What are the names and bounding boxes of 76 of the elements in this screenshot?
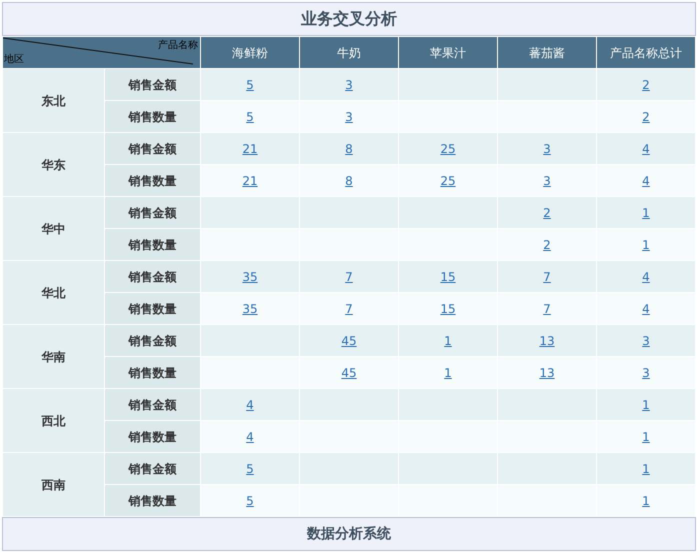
measure-cell: 销售金额 [104,132,200,164]
value-link[interactable]: 4 [642,270,650,284]
value-link[interactable]: 1 [444,366,452,380]
value-link[interactable]: 3 [345,110,353,124]
value-link[interactable]: 1 [642,238,650,252]
measure-cell: 销售数量 [104,164,200,196]
value-link[interactable]: 1 [444,334,452,348]
value-link[interactable]: 4 [246,398,254,412]
measure-cell: 销售金额 [104,324,200,356]
value-link[interactable]: 7 [345,302,353,316]
value-link[interactable]: 35 [242,302,258,316]
value-link[interactable]: 15 [440,270,456,284]
value-link[interactable]: 2 [543,238,551,252]
measure-cell: 销售数量 [104,100,200,132]
value-link[interactable]: 4 [642,174,650,188]
row-axis-label: 地区 [4,52,24,67]
region-cell: 西南 [2,452,104,516]
measure-cell: 销售金额 [104,196,200,228]
column-header: 产品名称总计 [596,36,696,68]
measure-cell: 销售数量 [104,356,200,388]
region-cell: 西北 [2,388,104,452]
value-link[interactable]: 35 [242,270,258,284]
measure-cell: 销售数量 [104,292,200,324]
value-link[interactable]: 1 [642,430,650,444]
measure-cell: 销售金额 [104,68,200,100]
value-link[interactable]: 13 [539,366,555,380]
value-link[interactable]: 45 [341,334,357,348]
value-link[interactable]: 25 [440,142,456,156]
value-link[interactable]: 7 [543,302,551,316]
region-cell: 华中 [2,196,104,260]
measure-cell: 销售金额 [104,260,200,292]
column-header: 蕃茄酱 [498,36,596,68]
measure-cell: 销售数量 [104,420,200,452]
region-cell: 东北 [2,68,104,132]
value-link[interactable]: 8 [345,142,353,156]
value-link[interactable]: 21 [242,174,258,188]
value-link[interactable]: 7 [543,270,551,284]
column-header: 苹果汁 [398,36,498,68]
value-link[interactable]: 1 [642,398,650,412]
value-link[interactable]: 4 [246,430,254,444]
value-link[interactable]: 5 [246,494,254,508]
report-title: 业务交叉分析 [2,2,696,36]
value-link[interactable]: 25 [440,174,456,188]
value-link[interactable]: 1 [642,206,650,220]
value-link[interactable]: 5 [246,462,254,476]
value-link[interactable]: 3 [543,174,551,188]
value-link[interactable]: 1 [642,494,650,508]
value-link[interactable]: 3 [543,142,551,156]
region-cell: 华东 [2,132,104,196]
value-link[interactable]: 5 [246,110,254,124]
value-link[interactable]: 2 [543,206,551,220]
region-cell: 华南 [2,324,104,388]
value-link[interactable]: 3 [345,78,353,92]
measure-cell: 销售数量 [104,228,200,260]
footer-bar: 数据分析系统 [2,517,696,551]
column-axis-label: 产品名称 [158,38,198,53]
column-header: 牛奶 [300,36,398,68]
measure-cell: 销售金额 [104,452,200,484]
column-header: 海鲜粉 [200,36,300,68]
value-link[interactable]: 21 [242,142,258,156]
value-link[interactable]: 1 [642,462,650,476]
value-link[interactable]: 4 [642,302,650,316]
region-cell: 华北 [2,260,104,324]
value-link[interactable]: 13 [539,334,555,348]
value-link[interactable]: 15 [440,302,456,316]
value-link[interactable]: 2 [642,110,650,124]
value-link[interactable]: 7 [345,270,353,284]
value-link[interactable]: 45 [341,366,357,380]
value-link[interactable]: 8 [345,174,353,188]
value-link[interactable]: 3 [642,366,650,380]
value-link[interactable]: 4 [642,142,650,156]
measure-cell: 销售金额 [104,388,200,420]
value-link[interactable]: 2 [642,78,650,92]
value-link[interactable]: 3 [642,334,650,348]
value-link[interactable]: 5 [246,78,254,92]
measure-cell: 销售数量 [104,484,200,516]
